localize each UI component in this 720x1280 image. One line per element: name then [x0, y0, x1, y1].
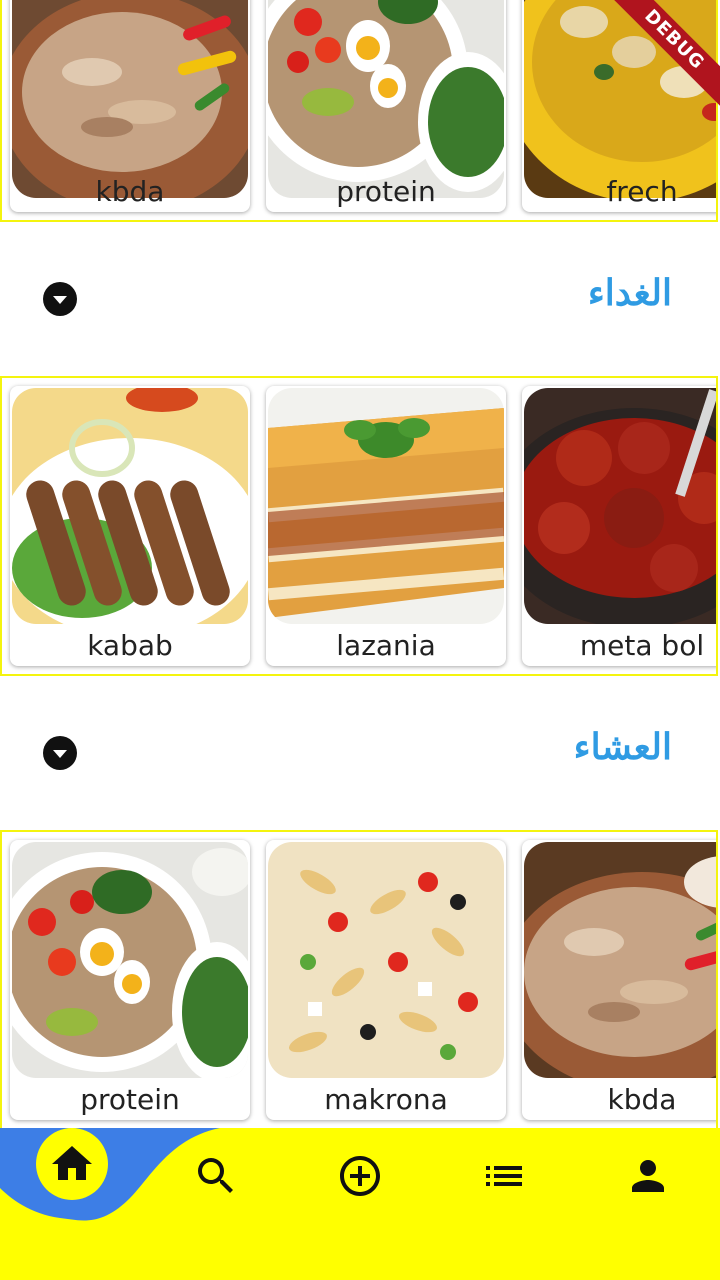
food-photo — [524, 842, 716, 1078]
search-icon[interactable] — [192, 1152, 240, 1200]
food-photo — [268, 388, 504, 624]
food-card[interactable]: meta bol — [522, 386, 716, 666]
food-card[interactable]: kabab — [10, 386, 250, 666]
food-card[interactable]: protein — [266, 0, 506, 212]
food-label: lazania — [336, 629, 436, 662]
food-photo — [12, 842, 248, 1078]
food-label: protein — [80, 1083, 180, 1116]
food-card[interactable]: kbda — [522, 840, 716, 1120]
arrow-drop-down-circle-icon[interactable] — [43, 736, 77, 770]
food-card[interactable]: makrona — [266, 840, 506, 1120]
home-icon — [52, 1146, 92, 1180]
food-photo — [12, 388, 248, 624]
food-label: kabab — [87, 629, 173, 662]
food-card[interactable]: kbda — [10, 0, 250, 212]
active-tab-curve — [0, 1128, 220, 1221]
food-card[interactable]: frech — [522, 0, 716, 212]
bottom-navigation-bar — [0, 1128, 720, 1280]
food-label: protein — [336, 175, 436, 208]
food-photo — [12, 0, 248, 198]
arrow-drop-down-circle-icon[interactable] — [43, 282, 77, 316]
food-photo — [524, 388, 716, 624]
food-label: kbda — [95, 175, 165, 208]
food-label: frech — [606, 175, 678, 208]
food-label: kbda — [607, 1083, 677, 1116]
food-label: makrona — [324, 1083, 448, 1116]
food-card[interactable]: protein — [10, 840, 250, 1120]
lunch-section-title: الغداء — [587, 272, 672, 314]
person-icon[interactable] — [624, 1152, 672, 1200]
list-icon[interactable] — [480, 1152, 528, 1200]
food-photo — [268, 842, 504, 1078]
food-photo — [524, 0, 716, 198]
food-label: meta bol — [579, 629, 705, 662]
dinner-food-row[interactable]: protein makrona kbda — [0, 830, 718, 1130]
dinner-section-title: العشاء — [573, 726, 672, 768]
top-food-row[interactable]: kbda protein frech — [0, 0, 718, 222]
add-circle-icon[interactable] — [336, 1152, 384, 1200]
lunch-food-row[interactable]: kabab lazania meta bol — [0, 376, 718, 676]
home-button[interactable] — [36, 1128, 108, 1200]
food-photo — [268, 0, 504, 198]
food-card[interactable]: lazania — [266, 386, 506, 666]
